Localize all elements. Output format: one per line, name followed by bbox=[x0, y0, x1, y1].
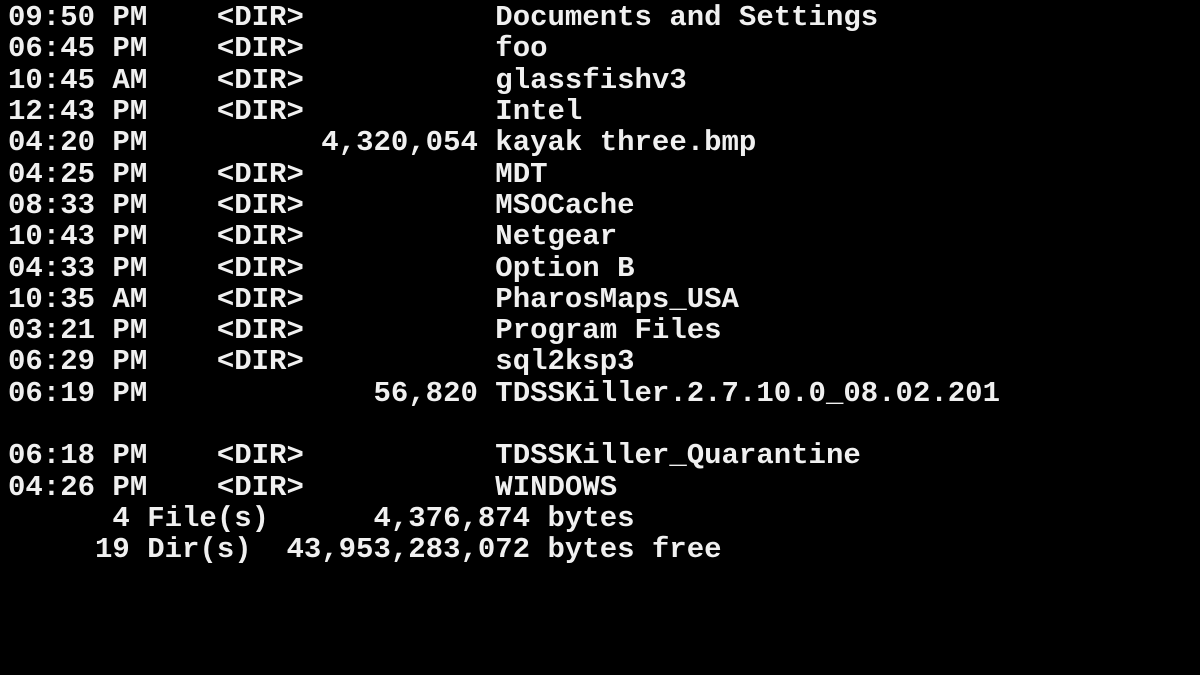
entry-name: PharosMaps_USA bbox=[495, 283, 739, 316]
entry-type: <DIR> bbox=[217, 32, 304, 65]
entry-time: 10:43 PM bbox=[8, 220, 217, 253]
entry-type: <DIR> bbox=[217, 158, 304, 191]
summary-dirs: 19 Dir(s) 43,953,283,072 bytes free bbox=[8, 534, 1200, 565]
entry-size bbox=[304, 345, 478, 378]
entry-type bbox=[217, 377, 304, 410]
dir-entry-row: 06:45 PM <DIR> foo bbox=[8, 33, 1200, 64]
entry-time: 12:43 PM bbox=[8, 95, 217, 128]
entry-size bbox=[304, 158, 478, 191]
entry-type: <DIR> bbox=[217, 64, 304, 97]
entry-size bbox=[304, 32, 478, 65]
entry-type: <DIR> bbox=[217, 283, 304, 316]
dir-entry-row: 04:20 PM 4,320,054 kayak three.bmp bbox=[8, 127, 1200, 158]
entry-type: <DIR> bbox=[217, 345, 304, 378]
entry-size: 4,320,054 bbox=[304, 126, 478, 159]
entry-type: <DIR> bbox=[217, 314, 304, 347]
entry-type: <DIR> bbox=[217, 189, 304, 222]
entry-name: glassfishv3 bbox=[495, 64, 686, 97]
entry-size bbox=[304, 439, 478, 472]
entry-time: 03:21 PM bbox=[8, 314, 217, 347]
entry-time: 10:35 AM bbox=[8, 283, 217, 316]
dir-entry-row: 08:33 PM <DIR> MSOCache bbox=[8, 190, 1200, 221]
dir-listing: 09:50 PM <DIR> Documents and Settings06:… bbox=[8, 2, 1200, 503]
entry-time: 06:18 PM bbox=[8, 439, 217, 472]
entry-size bbox=[304, 220, 478, 253]
entry-name: foo bbox=[495, 32, 547, 65]
entry-name: Option B bbox=[495, 252, 634, 285]
entry-time: 09:50 PM bbox=[8, 1, 217, 34]
entry-type: <DIR> bbox=[217, 252, 304, 285]
entry-name: kayak three.bmp bbox=[495, 126, 756, 159]
entry-size bbox=[304, 314, 478, 347]
dir-entry-row: 10:43 PM <DIR> Netgear bbox=[8, 221, 1200, 252]
dir-entry-row: 09:50 PM <DIR> Documents and Settings bbox=[8, 2, 1200, 33]
entry-type: <DIR> bbox=[217, 95, 304, 128]
entry-type bbox=[217, 126, 304, 159]
entry-name: TDSSKiller_Quarantine bbox=[495, 439, 860, 472]
entry-time: 04:20 PM bbox=[8, 126, 217, 159]
entry-type: <DIR> bbox=[217, 220, 304, 253]
entry-name: TDSSKiller.2.7.10.0_08.02.201 bbox=[495, 377, 1000, 410]
entry-time: 04:33 PM bbox=[8, 252, 217, 285]
dir-entry-row bbox=[8, 409, 1200, 440]
entry-size bbox=[304, 471, 478, 504]
entry-name: MSOCache bbox=[495, 189, 634, 222]
entry-time: 10:45 AM bbox=[8, 64, 217, 97]
entry-name: sql2ksp3 bbox=[495, 345, 634, 378]
entry-type: <DIR> bbox=[217, 439, 304, 472]
dir-entry-row: 10:45 AM <DIR> glassfishv3 bbox=[8, 65, 1200, 96]
dir-entry-row: 04:26 PM <DIR> WINDOWS bbox=[8, 472, 1200, 503]
entry-name: MDT bbox=[495, 158, 547, 191]
dir-entry-row: 12:43 PM <DIR> Intel bbox=[8, 96, 1200, 127]
dir-entry-row: 04:25 PM <DIR> MDT bbox=[8, 159, 1200, 190]
entry-name: Program Files bbox=[495, 314, 721, 347]
entry-type: <DIR> bbox=[217, 1, 304, 34]
dir-entry-row: 04:33 PM <DIR> Option B bbox=[8, 253, 1200, 284]
entry-time: 04:25 PM bbox=[8, 158, 217, 191]
entry-time: 08:33 PM bbox=[8, 189, 217, 222]
entry-type: <DIR> bbox=[217, 471, 304, 504]
summary-files: 4 File(s) 4,376,874 bytes bbox=[8, 503, 1200, 534]
entry-name: Netgear bbox=[495, 220, 617, 253]
dir-entry-row: 10:35 AM <DIR> PharosMaps_USA bbox=[8, 284, 1200, 315]
entry-time: 06:19 PM bbox=[8, 377, 217, 410]
dir-entry-row: 06:19 PM 56,820 TDSSKiller.2.7.10.0_08.0… bbox=[8, 378, 1200, 409]
entry-time: 06:29 PM bbox=[8, 345, 217, 378]
entry-size bbox=[304, 189, 478, 222]
entry-size bbox=[304, 95, 478, 128]
entry-name: Intel bbox=[495, 95, 582, 128]
entry-name: Documents and Settings bbox=[495, 1, 878, 34]
dir-entry-row: 03:21 PM <DIR> Program Files bbox=[8, 315, 1200, 346]
entry-size bbox=[304, 1, 478, 34]
entry-size: 56,820 bbox=[304, 377, 478, 410]
entry-size bbox=[304, 252, 478, 285]
entry-name: WINDOWS bbox=[495, 471, 617, 504]
entry-size bbox=[304, 283, 478, 316]
entry-time: 04:26 PM bbox=[8, 471, 217, 504]
entry-time: 06:45 PM bbox=[8, 32, 217, 65]
dir-entry-row: 06:18 PM <DIR> TDSSKiller_Quarantine bbox=[8, 440, 1200, 471]
dir-entry-row: 06:29 PM <DIR> sql2ksp3 bbox=[8, 346, 1200, 377]
entry-size bbox=[304, 64, 478, 97]
